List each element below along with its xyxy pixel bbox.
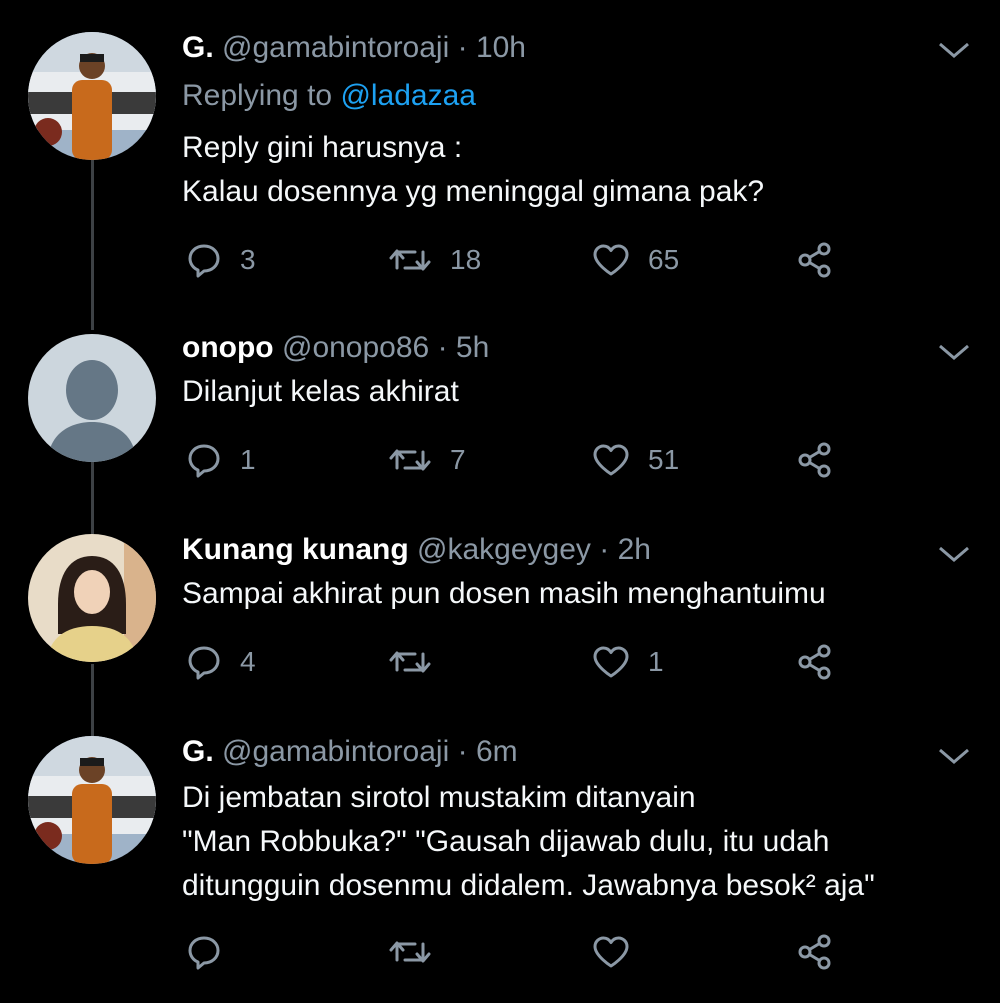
retweet-button[interactable] [388,932,432,972]
display-name[interactable]: onopo [182,331,274,364]
separator: · [590,533,618,566]
mention-link[interactable]: @ladazaa [340,79,476,112]
like-button[interactable]: 51 [592,440,679,480]
avatar-photo-icon [28,534,156,662]
share-button[interactable] [796,240,834,280]
tweet-actions: 3 18 65 [182,240,882,280]
avatar[interactable] [28,334,156,462]
reply-button[interactable] [186,932,222,972]
tweet-text-line: ditungguin dosenmu didalem. Jawabnya bes… [182,869,875,902]
separator: · [449,735,476,768]
retweet-button[interactable] [388,642,450,682]
replying-to: Replying to @ladazaa [182,78,476,114]
display-name[interactable]: G. [182,31,214,64]
timestamp[interactable]: 5h [456,331,489,364]
retweet-icon [389,651,431,673]
avatar[interactable] [28,736,156,864]
conversation-thread: G. @gamabintoroaji · 10h Replying to @la… [0,0,1000,1003]
share-icon [798,442,831,478]
avatar-photo-icon [28,736,156,864]
retweet-icon [389,941,431,963]
display-name[interactable]: Kunang kunang [182,533,409,566]
reply-count: 4 [240,646,256,677]
reply-count: 3 [240,244,256,275]
share-icon [798,934,831,970]
chevron-down-icon[interactable] [936,340,972,364]
reply-button[interactable]: 1 [186,440,256,480]
retweet-icon [389,449,431,471]
tweet-text: Dilanjut kelas akhirat [182,370,972,414]
user-handle[interactable]: @kakgeygey [417,533,591,566]
timestamp[interactable]: 10h [476,31,526,64]
tweet-text: Di jembatan sirotol mustakim ditanyain "… [182,776,972,908]
reply-button[interactable]: 3 [186,240,256,280]
chevron-down-icon[interactable] [936,38,972,62]
user-handle[interactable]: @onopo86 [282,331,429,364]
avatar[interactable] [28,534,156,662]
reply-button[interactable]: 4 [186,642,256,682]
tweet-text-line: Sampai akhirat pun dosen masih menghantu… [182,577,826,610]
like-count: 51 [648,444,680,475]
retweet-button[interactable]: 7 [388,440,466,480]
chevron-down-icon[interactable] [936,542,972,566]
reply-icon [188,244,220,278]
user-handle[interactable]: @gamabintoroaji [222,31,449,64]
tweet-text-line: Dilanjut kelas akhirat [182,375,459,408]
retweet-icon [389,249,431,271]
share-button[interactable] [796,440,834,480]
retweet-count: 18 [450,244,482,275]
share-icon [798,644,831,680]
user-handle[interactable]: @gamabintoroaji [222,735,449,768]
tweet-actions: 1 7 51 [182,440,882,480]
tweet-text: Sampai akhirat pun dosen masih menghantu… [182,572,972,616]
tweet-header: onopo @onopo86 · 5h [182,330,489,366]
separator: · [449,31,476,64]
reply-icon [188,936,220,970]
tweet-header: Kunang kunang @kakgeygey · 2h [182,532,651,568]
share-button[interactable] [796,642,834,682]
chevron-down-icon[interactable] [936,744,972,768]
tweet-header: G. @gamabintoroaji · 10h [182,30,526,66]
reply-icon [188,646,220,680]
retweet-button[interactable]: 18 [388,240,481,280]
heart-icon [593,244,629,276]
retweet-count: 7 [450,444,466,475]
tweet-header: G. @gamabintoroaji · 6m [182,734,518,770]
heart-icon [593,936,629,968]
heart-icon [593,444,629,476]
display-name[interactable]: G. [182,735,214,768]
reply-icon [188,444,220,478]
tweet-text-line: Kalau dosennya yg meninggal gimana pak? [182,175,765,208]
timestamp[interactable]: 6m [476,735,518,768]
separator: · [429,331,456,364]
thread-connector [91,160,94,330]
timestamp[interactable]: 2h [618,533,651,566]
like-button[interactable]: 65 [592,240,679,280]
share-button[interactable] [796,932,834,972]
tweet-text-line: "Man Robbuka?" "Gausah dijawab dulu, itu… [182,825,830,858]
tweet-text-line: Reply gini harusnya : [182,131,463,164]
share-icon [798,242,831,278]
heart-icon [593,646,629,678]
like-count: 65 [648,244,680,275]
like-button[interactable]: 1 [592,642,664,682]
tweet-actions: 4 1 [182,642,882,682]
tweet-text: Reply gini harusnya : Kalau dosennya yg … [182,126,972,214]
replying-to-label: Replying to [182,79,341,112]
tweet-actions [182,932,882,972]
avatar-photo-icon [28,32,156,160]
default-avatar-icon [28,334,156,462]
like-button[interactable] [592,932,630,972]
thread-connector [91,462,94,534]
thread-connector [91,664,94,736]
tweet-text-line: Di jembatan sirotol mustakim ditanyain [182,781,696,814]
avatar[interactable] [28,32,156,160]
like-count: 1 [648,646,664,677]
reply-count: 1 [240,444,256,475]
